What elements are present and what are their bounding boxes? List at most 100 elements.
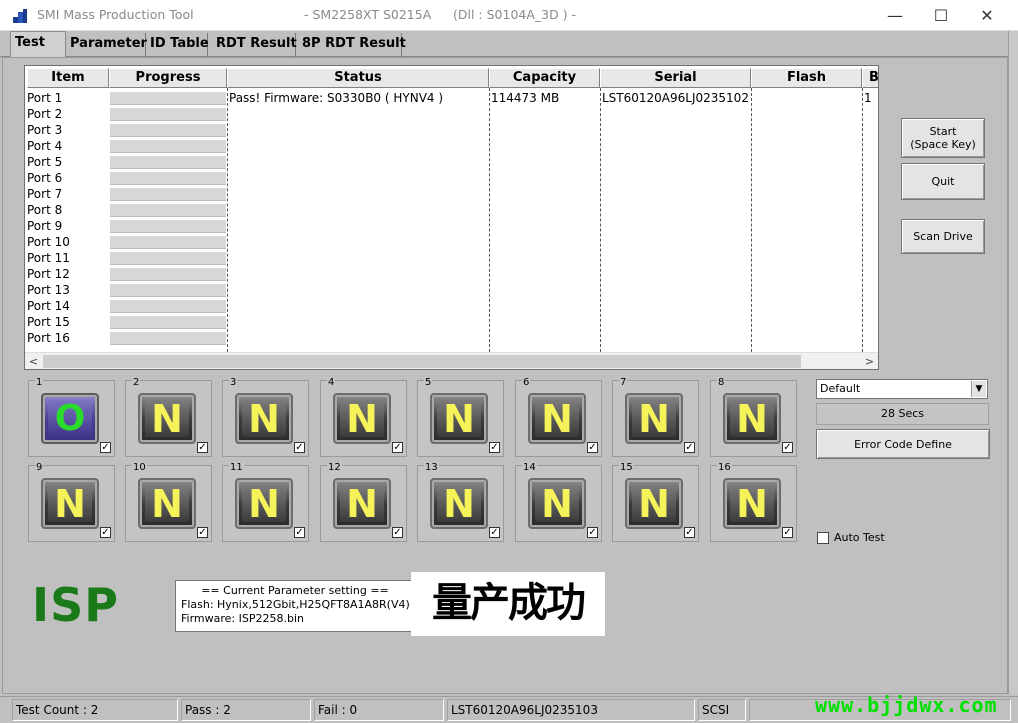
interface-type: SCSI xyxy=(698,699,746,721)
port-slot[interactable]: 10 N ✓ xyxy=(125,462,212,542)
port-label: Port 6 xyxy=(27,171,63,185)
no-device-icon: N xyxy=(625,393,683,444)
slot-number: 13 xyxy=(424,462,439,473)
close-button[interactable]: ✕ xyxy=(964,0,1010,31)
pass-status-icon: O xyxy=(41,393,99,444)
port-label: Port 4 xyxy=(27,139,63,153)
profile-select[interactable]: Default ▼ xyxy=(816,379,988,399)
fail-count: Fail : 0 xyxy=(314,699,444,721)
no-device-icon: N xyxy=(430,478,488,529)
auto-test-checkbox[interactable] xyxy=(817,532,829,544)
port-slot[interactable]: 6 N ✓ xyxy=(515,377,602,457)
no-device-icon: N xyxy=(138,393,196,444)
quit-button[interactable]: Quit xyxy=(901,163,985,200)
success-message: 量产成功 xyxy=(411,572,605,636)
col-divider xyxy=(600,88,601,352)
port-slot[interactable]: 12 N ✓ xyxy=(320,462,407,542)
slot-enable-checkbox[interactable]: ✓ xyxy=(100,442,111,453)
port-progress-bar xyxy=(110,123,226,137)
error-code-define-button[interactable]: Error Code Define xyxy=(816,429,990,459)
slot-number: 9 xyxy=(35,462,44,473)
port-slot[interactable]: 16 N ✓ xyxy=(710,462,797,542)
slot-number: 1 xyxy=(35,377,44,388)
window-dll: (Dll : S0104A_3D ) - xyxy=(453,7,577,22)
start-button[interactable]: Start (Space Key) xyxy=(901,118,985,158)
port-label: Port 3 xyxy=(27,123,63,137)
no-device-icon: N xyxy=(528,393,586,444)
start-shortcut: (Space Key) xyxy=(910,138,976,151)
parameter-title: == Current Parameter setting == xyxy=(201,584,389,597)
col-status[interactable]: Status xyxy=(227,68,489,88)
window-title: SMI Mass Production Tool xyxy=(37,7,194,22)
slot-number: 3 xyxy=(229,377,238,388)
col-capacity[interactable]: Capacity xyxy=(489,68,600,88)
port-label: Port 2 xyxy=(27,107,63,121)
slot-number: 4 xyxy=(327,377,336,388)
port1-status: Pass! Firmware: S0330B0 ( HYNV4 ) xyxy=(229,91,444,105)
slot-enable-checkbox[interactable]: ✓ xyxy=(782,442,793,453)
slot-enable-checkbox[interactable]: ✓ xyxy=(684,442,695,453)
no-device-icon: N xyxy=(723,393,781,444)
slot-enable-checkbox[interactable]: ✓ xyxy=(392,527,403,538)
scroll-right-icon[interactable]: > xyxy=(861,353,878,369)
port-label: Port 1 xyxy=(27,91,63,105)
slot-number: 2 xyxy=(132,377,141,388)
port-progress-bar xyxy=(110,139,226,153)
slot-enable-checkbox[interactable]: ✓ xyxy=(197,442,208,453)
port-progress-bar xyxy=(110,203,226,217)
port-label: Port 15 xyxy=(27,315,70,329)
port-slot[interactable]: 5 N ✓ xyxy=(417,377,504,457)
scroll-left-icon[interactable]: < xyxy=(25,353,42,369)
port-slot[interactable]: 8 N ✓ xyxy=(710,377,797,457)
slot-enable-checkbox[interactable]: ✓ xyxy=(489,442,500,453)
slot-enable-checkbox[interactable]: ✓ xyxy=(587,527,598,538)
flash-info: Flash: Hynix,512Gbit,H25QFT8A1A8R(V4) xyxy=(181,598,410,611)
port-slot[interactable]: 4 N ✓ xyxy=(320,377,407,457)
slot-glyph: N xyxy=(437,482,481,526)
col-item[interactable]: Item xyxy=(27,68,109,88)
col-b[interactable]: B xyxy=(862,68,878,88)
maximize-button[interactable]: ☐ xyxy=(918,0,964,31)
port-slot[interactable]: 2 N ✓ xyxy=(125,377,212,457)
app-icon xyxy=(13,9,27,23)
horizontal-scrollbar[interactable]: < > xyxy=(25,352,878,369)
col-progress[interactable]: Progress xyxy=(109,68,227,88)
slot-enable-checkbox[interactable]: ✓ xyxy=(782,527,793,538)
chevron-down-icon[interactable]: ▼ xyxy=(971,381,986,397)
port-slot[interactable]: 14 N ✓ xyxy=(515,462,602,542)
port-label: Port 5 xyxy=(27,155,63,169)
slot-enable-checkbox[interactable]: ✓ xyxy=(392,442,403,453)
slot-number: 5 xyxy=(424,377,433,388)
port-slot[interactable]: 3 N ✓ xyxy=(222,377,309,457)
slot-enable-checkbox[interactable]: ✓ xyxy=(489,527,500,538)
port-progress-bar xyxy=(110,283,226,297)
scan-drive-button[interactable]: Scan Drive xyxy=(901,219,985,254)
tab-id-table[interactable]: ID Table xyxy=(146,33,209,57)
port-slot[interactable]: 1 O ✓ xyxy=(28,377,115,457)
col-divider xyxy=(751,88,752,352)
col-flash[interactable]: Flash xyxy=(751,68,862,88)
tab-test[interactable]: Test xyxy=(10,31,66,58)
slot-glyph: N xyxy=(535,482,579,526)
minimize-button[interactable]: — xyxy=(872,0,918,31)
slot-enable-checkbox[interactable]: ✓ xyxy=(294,527,305,538)
slot-number: 6 xyxy=(522,377,531,388)
port-slot[interactable]: 7 N ✓ xyxy=(612,377,699,457)
slot-enable-checkbox[interactable]: ✓ xyxy=(294,442,305,453)
port-slot[interactable]: 11 N ✓ xyxy=(222,462,309,542)
slot-enable-checkbox[interactable]: ✓ xyxy=(684,527,695,538)
tab-8p-rdt-result[interactable]: 8P RDT Result xyxy=(298,33,406,57)
slot-enable-checkbox[interactable]: ✓ xyxy=(587,442,598,453)
slot-enable-checkbox[interactable]: ✓ xyxy=(100,527,111,538)
tab-parameter[interactable]: Parameter xyxy=(66,33,147,57)
slot-enable-checkbox[interactable]: ✓ xyxy=(197,527,208,538)
tab-rdt-result[interactable]: RDT Result xyxy=(212,33,297,57)
port-slot[interactable]: 13 N ✓ xyxy=(417,462,504,542)
port-slot[interactable]: 15 N ✓ xyxy=(612,462,699,542)
scrollbar-thumb[interactable] xyxy=(43,355,801,368)
port-slot[interactable]: 9 N ✓ xyxy=(28,462,115,542)
port-label: Port 10 xyxy=(27,235,70,249)
slot-glyph: N xyxy=(340,397,384,441)
port-list[interactable]: Item Progress Status Capacity Serial Fla… xyxy=(24,65,879,370)
col-serial[interactable]: Serial xyxy=(600,68,751,88)
